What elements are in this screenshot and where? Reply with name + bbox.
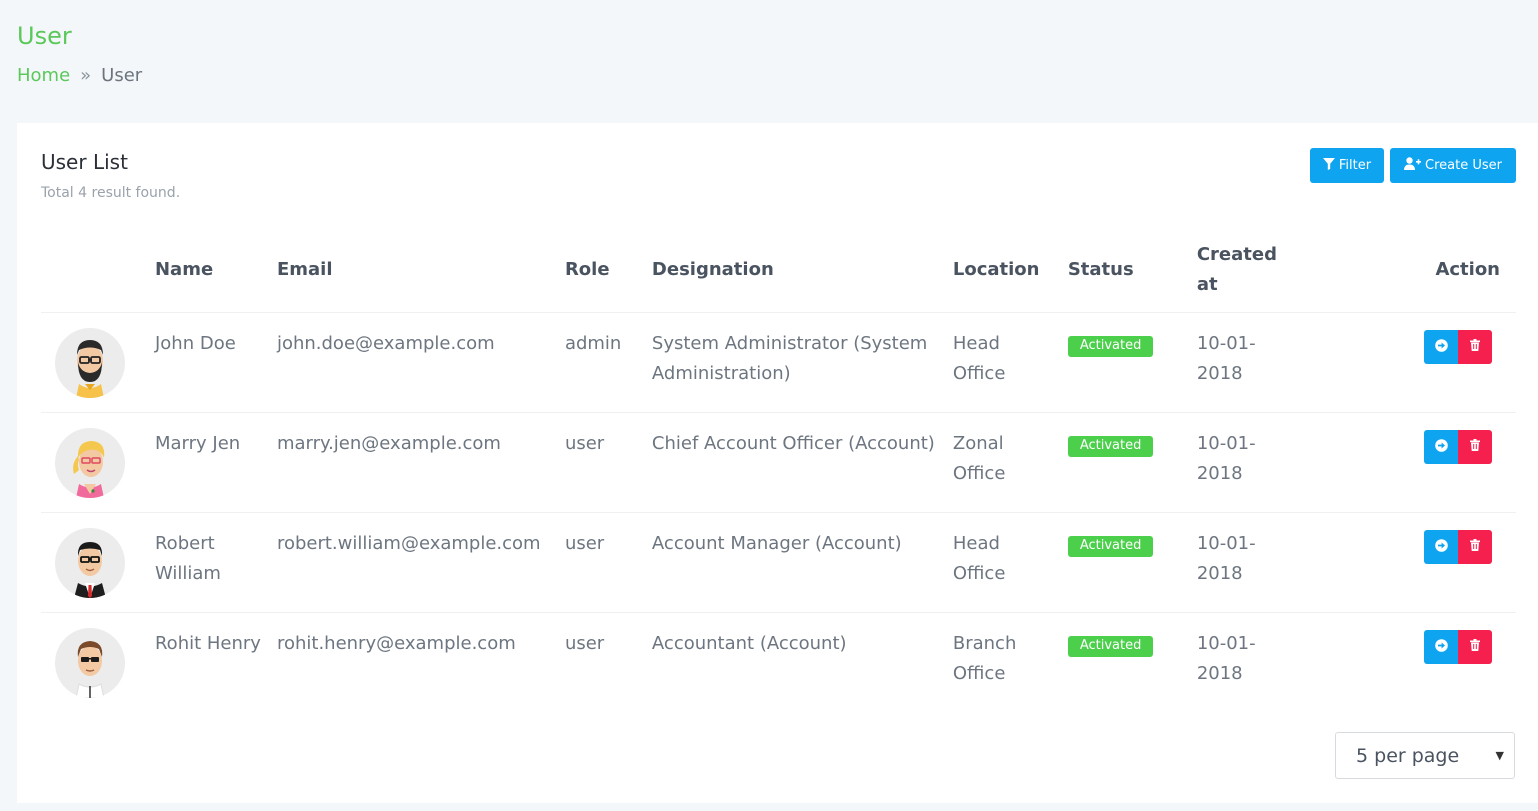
status-column-header[interactable]: Status xyxy=(1068,228,1197,312)
user-location: Head Office xyxy=(952,311,1068,412)
caret-down-icon: ▼ xyxy=(1495,749,1504,762)
create-user-button[interactable]: Create User xyxy=(1390,148,1516,183)
user-designation: Accountant (Account) xyxy=(651,611,953,712)
breadcrumb: Home » User xyxy=(17,65,142,86)
delete-user-button[interactable] xyxy=(1458,329,1492,364)
user-designation: Account Manager (Account) xyxy=(651,511,953,612)
avatar-man-with-sunglasses xyxy=(55,627,125,698)
status-badge: Activated xyxy=(1067,435,1154,457)
view-user-button[interactable] xyxy=(1424,529,1458,564)
role-column-header[interactable]: Role xyxy=(565,228,652,312)
avatar-man-in-suit xyxy=(55,527,125,598)
table-row: Rohit Henry rohit.henry@example.com user… xyxy=(41,611,1516,712)
filter-icon xyxy=(1322,157,1335,174)
user-email: rohit.henry@example.com xyxy=(276,611,565,712)
user-created-at: 10-01-2018 xyxy=(1196,311,1317,412)
view-user-button[interactable] xyxy=(1424,629,1458,664)
user-name: John Doe xyxy=(154,311,277,412)
name-column-header[interactable]: Name xyxy=(155,228,277,312)
user-email: marry.jen@example.com xyxy=(276,411,565,512)
page-title: User xyxy=(17,22,72,50)
create-user-button-label: Create User xyxy=(1425,158,1502,173)
delete-user-button[interactable] xyxy=(1458,629,1492,664)
trash-icon xyxy=(1470,539,1480,554)
row-actions xyxy=(1317,529,1506,564)
filter-button[interactable]: Filter xyxy=(1310,148,1384,183)
status-badge: Activated xyxy=(1067,335,1154,357)
status-badge: Activated xyxy=(1067,635,1154,657)
row-actions xyxy=(1317,629,1506,664)
breadcrumb-home-link[interactable]: Home xyxy=(17,65,70,86)
status-badge: Activated xyxy=(1067,535,1154,557)
avatar-bearded-man xyxy=(55,327,125,398)
user-location: Zonal Office xyxy=(952,411,1068,512)
user-name: Robert William xyxy=(154,511,277,612)
avatar-column-header xyxy=(41,228,155,312)
user-list-card: User List Total 4 result found. Filter C… xyxy=(17,123,1538,803)
user-name: Marry Jen xyxy=(154,411,277,512)
avatar-blonde-woman xyxy=(55,427,125,498)
view-user-button[interactable] xyxy=(1424,329,1458,364)
action-column-header: Action xyxy=(1435,258,1500,280)
arrow-circle-right-icon xyxy=(1434,638,1448,655)
breadcrumb-current: User xyxy=(101,65,143,86)
per-page-select[interactable]: 5 per page ▼ xyxy=(1335,732,1515,779)
location-column-header[interactable]: Location xyxy=(953,228,1068,312)
created-at-column-header[interactable]: Created at xyxy=(1197,228,1317,312)
breadcrumb-separator: » xyxy=(80,65,92,86)
row-actions xyxy=(1317,329,1506,364)
user-location: Branch Office xyxy=(952,611,1068,712)
trash-icon xyxy=(1470,439,1480,454)
table-row: Marry Jen marry.jen@example.com user Chi… xyxy=(41,411,1516,512)
row-actions xyxy=(1317,429,1506,464)
per-page-value: 5 per page xyxy=(1356,744,1460,767)
user-role: user xyxy=(564,611,652,712)
arrow-circle-right-icon xyxy=(1434,338,1448,355)
trash-icon xyxy=(1470,639,1480,654)
email-column-header[interactable]: Email xyxy=(277,228,565,312)
user-name: Rohit Henry xyxy=(154,611,277,712)
user-role: user xyxy=(564,511,652,612)
result-count: Total 4 result found. xyxy=(41,185,181,201)
view-user-button[interactable] xyxy=(1424,429,1458,464)
user-designation: Chief Account Officer (Account) xyxy=(651,411,953,512)
table-row: John Doe john.doe@example.com admin Syst… xyxy=(41,311,1516,412)
user-role: user xyxy=(564,411,652,512)
arrow-circle-right-icon xyxy=(1434,538,1448,555)
user-designation: System Administrator (System Administrat… xyxy=(651,311,953,412)
user-email: robert.william@example.com xyxy=(276,511,565,612)
delete-user-button[interactable] xyxy=(1458,429,1492,464)
trash-icon xyxy=(1470,339,1480,354)
table-header-row: Name Email Role Designation Location Sta… xyxy=(41,228,1516,312)
user-created-at: 10-01-2018 xyxy=(1196,511,1317,612)
user-location: Head Office xyxy=(952,511,1068,612)
arrow-circle-right-icon xyxy=(1434,438,1448,455)
user-created-at: 10-01-2018 xyxy=(1196,411,1317,512)
filter-button-label: Filter xyxy=(1338,158,1372,173)
delete-user-button[interactable] xyxy=(1458,529,1492,564)
designation-column-header[interactable]: Designation xyxy=(652,228,953,312)
user-table: Name Email Role Designation Location Sta… xyxy=(41,228,1516,712)
table-row: Robert William robert.william@example.co… xyxy=(41,511,1516,612)
user-role: admin xyxy=(564,311,652,412)
user-email: john.doe@example.com xyxy=(276,311,565,412)
user-created-at: 10-01-2018 xyxy=(1196,611,1317,712)
card-title: User List xyxy=(41,150,128,174)
add-user-icon xyxy=(1404,157,1422,174)
